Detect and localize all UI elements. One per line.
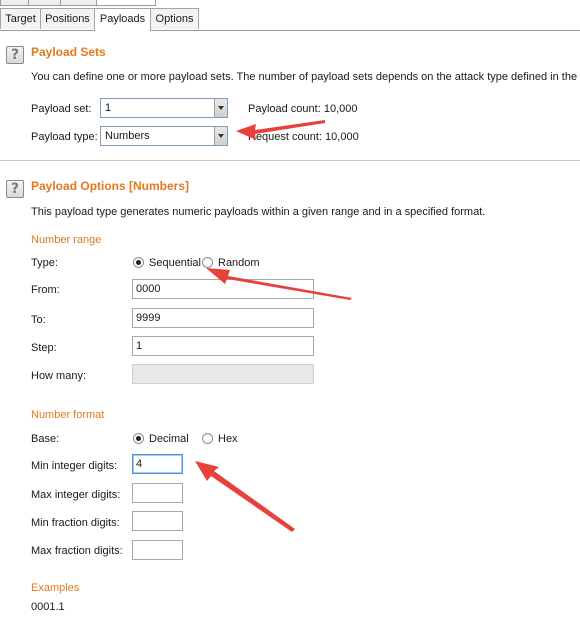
base-label: Base: [31,433,60,445]
outer-tabstrip [0,0,580,6]
how-many-field [132,364,314,384]
payload-sets-title: Payload Sets [31,45,106,59]
payload-set-value: 1 [105,102,112,114]
hex-label[interactable]: Hex [218,433,238,445]
number-range-heading: Number range [31,234,102,246]
payload-count: Payload count: 10,000 [248,103,358,115]
payload-options-title: Payload Options [Numbers] [31,179,190,193]
payload-options-description: This payload type generates numeric payl… [31,206,486,218]
intruder-tabbar: Target Positions Payloads Options [0,8,580,31]
outer-tab-cropped[interactable] [60,0,98,6]
request-count: Request count: 10,000 [248,131,359,143]
decimal-label[interactable]: Decimal [149,433,189,445]
from-label: From: [31,284,60,296]
hex-radio[interactable] [202,433,213,444]
random-label[interactable]: Random [218,257,260,269]
min-fraction-digits-field[interactable] [132,511,183,531]
sequential-label[interactable]: Sequential [149,257,201,269]
section-divider [0,160,580,161]
max-integer-digits-field[interactable] [132,483,183,503]
payload-sets-description: You can define one or more payload sets.… [31,71,580,83]
max-integer-digits-label: Max integer digits: [31,489,121,501]
dropdown-arrow-icon[interactable] [214,99,227,117]
sequential-radio[interactable] [133,257,144,268]
min-integer-digits-label: Min integer digits: [31,460,118,472]
random-radio[interactable] [202,257,213,268]
examples-heading: Examples [31,582,80,594]
tab-options[interactable]: Options [150,8,199,29]
help-icon[interactable]: ? [6,180,24,198]
outer-tab-cropped-active[interactable] [96,0,156,6]
type-label: Type: [31,257,58,269]
min-fraction-digits-label: Min fraction digits: [31,517,120,529]
payload-type-dropdown[interactable]: Numbers [100,126,228,146]
help-icon[interactable]: ? [6,46,24,64]
min-integer-digits-field[interactable]: 4 [132,454,183,474]
step-field[interactable]: 1 [132,336,314,356]
tab-payloads[interactable]: Payloads [94,8,151,31]
number-format-heading: Number format [31,409,105,421]
dropdown-arrow-icon[interactable] [214,127,227,145]
payload-type-label: Payload type: [31,131,98,143]
max-fraction-digits-label: Max fraction digits: [31,545,123,557]
how-many-label: How many: [31,370,87,382]
from-field[interactable]: 0000 [132,279,314,299]
max-fraction-digits-field[interactable] [132,540,183,560]
annotation-arrow [195,461,295,532]
to-field[interactable]: 9999 [132,308,314,328]
payload-set-label: Payload set: [31,103,92,115]
outer-tab-cropped[interactable] [0,0,30,6]
payload-type-value: Numbers [105,130,150,142]
payload-set-dropdown[interactable]: 1 [100,98,228,118]
example-value: 0001.1 [31,601,65,613]
tab-target[interactable]: Target [0,8,41,29]
outer-tab-cropped[interactable] [28,0,62,6]
step-label: Step: [31,342,57,354]
decimal-radio[interactable] [133,433,144,444]
tab-positions[interactable]: Positions [40,8,95,29]
to-label: To: [31,314,46,326]
